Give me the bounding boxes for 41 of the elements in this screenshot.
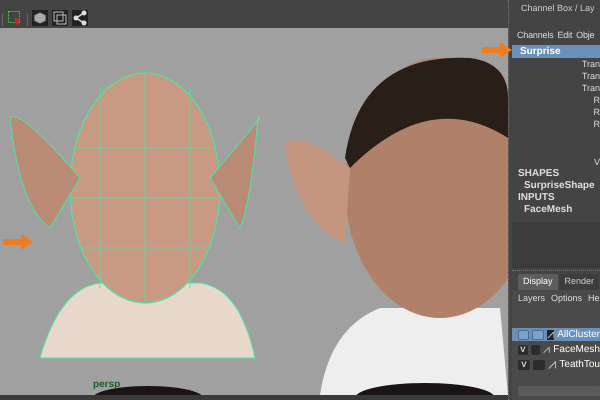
layer-name: FaceMesh bbox=[553, 343, 600, 357]
attribute-label: Tran bbox=[582, 70, 600, 82]
attribute-label: Tran bbox=[582, 58, 600, 70]
layer-row[interactable]: V TeathTou bbox=[512, 358, 600, 371]
attribute-label: R bbox=[594, 94, 600, 106]
menu-item[interactable]: He bbox=[588, 292, 600, 306]
slash-icon bbox=[548, 360, 556, 370]
section-heading: SHAPES bbox=[517, 168, 560, 180]
share-icon[interactable] bbox=[72, 10, 88, 26]
arrow-icon bbox=[3, 234, 33, 250]
section-heading: INPUTS bbox=[517, 192, 556, 204]
visibility-toggle[interactable] bbox=[518, 330, 530, 340]
attribute-label: Tran bbox=[582, 82, 600, 94]
arrow-icon bbox=[482, 42, 512, 58]
toggle-box[interactable] bbox=[532, 330, 544, 340]
tab[interactable]: Display bbox=[518, 274, 558, 290]
menu-item[interactable]: Obje bbox=[576, 29, 594, 43]
menu-item[interactable]: Layers bbox=[518, 292, 546, 306]
toggle-box[interactable] bbox=[532, 360, 545, 370]
attribute-label: R bbox=[594, 106, 600, 118]
select-tool-icon[interactable] bbox=[7, 10, 23, 26]
panel-title: Channel Box / Lay bbox=[521, 2, 595, 15]
visibility-toggle[interactable]: V bbox=[518, 344, 528, 354]
layer-row[interactable]: V FaceMesh bbox=[512, 343, 600, 356]
menu-item[interactable]: Options bbox=[551, 292, 582, 306]
menu-item[interactable]: Channels bbox=[517, 29, 554, 43]
slash-icon bbox=[546, 330, 554, 340]
visibility-toggle[interactable]: V bbox=[518, 360, 530, 370]
shape-node[interactable]: SurpriseShape bbox=[512, 180, 600, 192]
attribute-label: V bbox=[594, 156, 600, 168]
attribute-label: R bbox=[594, 118, 600, 130]
cube-icon[interactable] bbox=[32, 10, 48, 26]
layer-name: TeathTou bbox=[559, 358, 600, 372]
tab[interactable]: Render bbox=[560, 274, 600, 290]
slash-icon bbox=[543, 344, 550, 354]
input-node[interactable]: FaceMesh bbox=[512, 204, 600, 216]
toggle-box[interactable] bbox=[530, 344, 540, 354]
camera-label: persp bbox=[93, 378, 120, 392]
layer-name: AllCluster bbox=[557, 328, 600, 342]
menu-item[interactable]: Edit bbox=[557, 29, 572, 43]
squares-icon[interactable] bbox=[52, 10, 68, 26]
